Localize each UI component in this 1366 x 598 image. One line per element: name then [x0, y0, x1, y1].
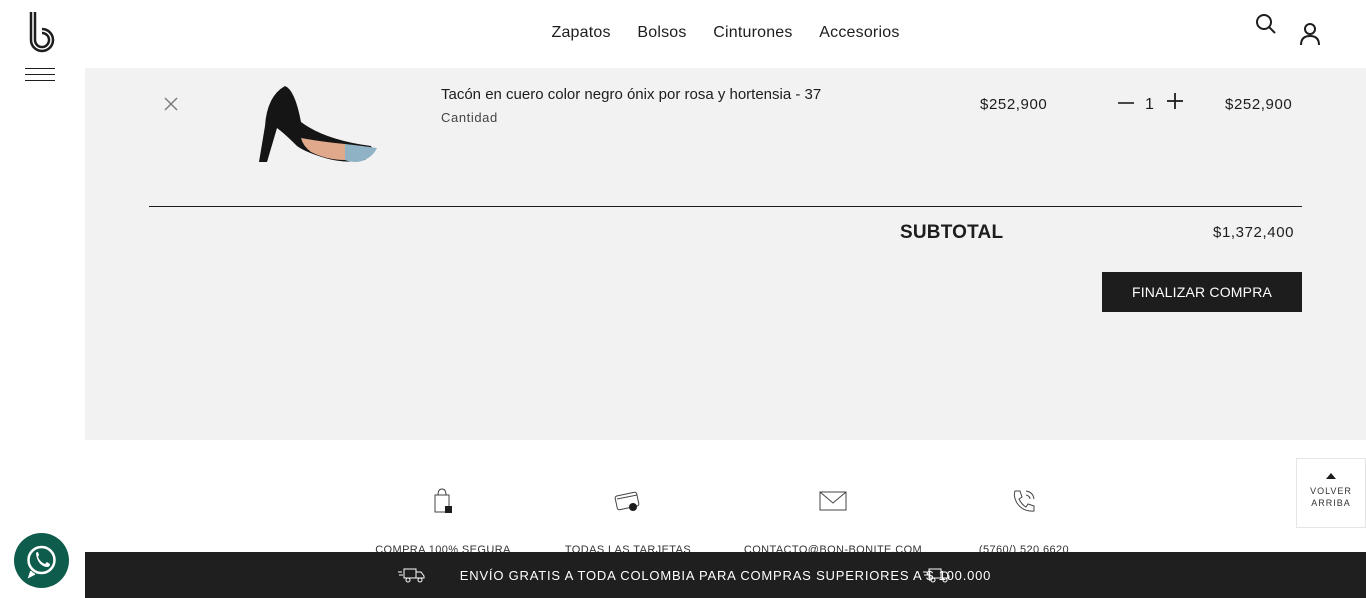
delivery-truck-icon	[923, 568, 950, 583]
phone-icon	[1013, 490, 1035, 512]
back-to-top-button[interactable]: VOLVER ARRIBA	[1296, 458, 1366, 528]
subtotal-value: $1,372,400	[1213, 224, 1295, 241]
product-name[interactable]: Tacón en cuero color negro ónix por rosa…	[441, 86, 821, 103]
top-header: Zapatos Bolsos Cinturones Accesorios	[85, 0, 1366, 68]
cart-panel: Tacón en cuero color negro ónix por rosa…	[85, 68, 1366, 440]
quantity-label: Cantidad	[441, 110, 498, 125]
nav-item-accesorios[interactable]: Accesorios	[819, 24, 899, 42]
divider	[149, 206, 1302, 207]
checkout-button[interactable]: FINALIZAR COMPRA	[1102, 272, 1302, 312]
back-to-top-line1: VOLVER	[1310, 486, 1352, 496]
feature-phone[interactable]: (5760/) 520 6620	[924, 470, 1124, 556]
feature-contact-email[interactable]: CONTACTO@BON-BONITE.COM	[733, 470, 933, 556]
decrease-quantity-button[interactable]	[1117, 92, 1135, 114]
brand-logo[interactable]	[25, 10, 57, 54]
features-row: COMPRA 100% SEGURA TODAS LAS TARJETAS CO…	[0, 470, 1366, 560]
plus-icon	[1167, 93, 1183, 109]
feature-all-cards: TODAS LAS TARJETAS	[528, 470, 728, 556]
main-nav: Zapatos Bolsos Cinturones Accesorios	[85, 24, 1366, 42]
back-to-top-line2: ARRIBA	[1311, 498, 1351, 508]
credit-card-icon	[614, 491, 640, 511]
unit-price: $252,900	[980, 96, 1048, 113]
search-icon[interactable]	[1255, 13, 1277, 35]
nav-item-bolsos[interactable]: Bolsos	[637, 24, 686, 42]
whatsapp-icon	[27, 545, 56, 579]
subtotal-label: SUBTOTAL	[900, 222, 1004, 243]
quantity-value: 1	[1145, 96, 1154, 113]
arrow-up-icon	[1326, 473, 1336, 479]
product-image[interactable]	[245, 76, 385, 172]
envelope-icon	[819, 491, 847, 511]
menu-button[interactable]	[25, 68, 55, 84]
free-shipping-text: ENVÍO GRATIS A TODA COLOMBIA PARA COMPRA…	[459, 568, 992, 583]
increase-quantity-button[interactable]	[1165, 90, 1185, 112]
user-account-icon[interactable]	[1299, 22, 1321, 46]
nav-item-cinturones[interactable]: Cinturones	[713, 24, 792, 42]
whatsapp-button[interactable]	[14, 533, 69, 588]
remove-item-close-icon[interactable]	[163, 96, 179, 112]
free-shipping-banner: ENVÍO GRATIS A TODA COLOMBIA PARA COMPRA…	[85, 552, 1366, 598]
nav-item-zapatos[interactable]: Zapatos	[551, 24, 610, 42]
minus-icon	[1118, 102, 1134, 104]
shopping-bag-lock-icon	[434, 488, 452, 513]
line-total: $252,900	[1225, 96, 1293, 113]
feature-secure-purchase: COMPRA 100% SEGURA	[343, 470, 543, 556]
